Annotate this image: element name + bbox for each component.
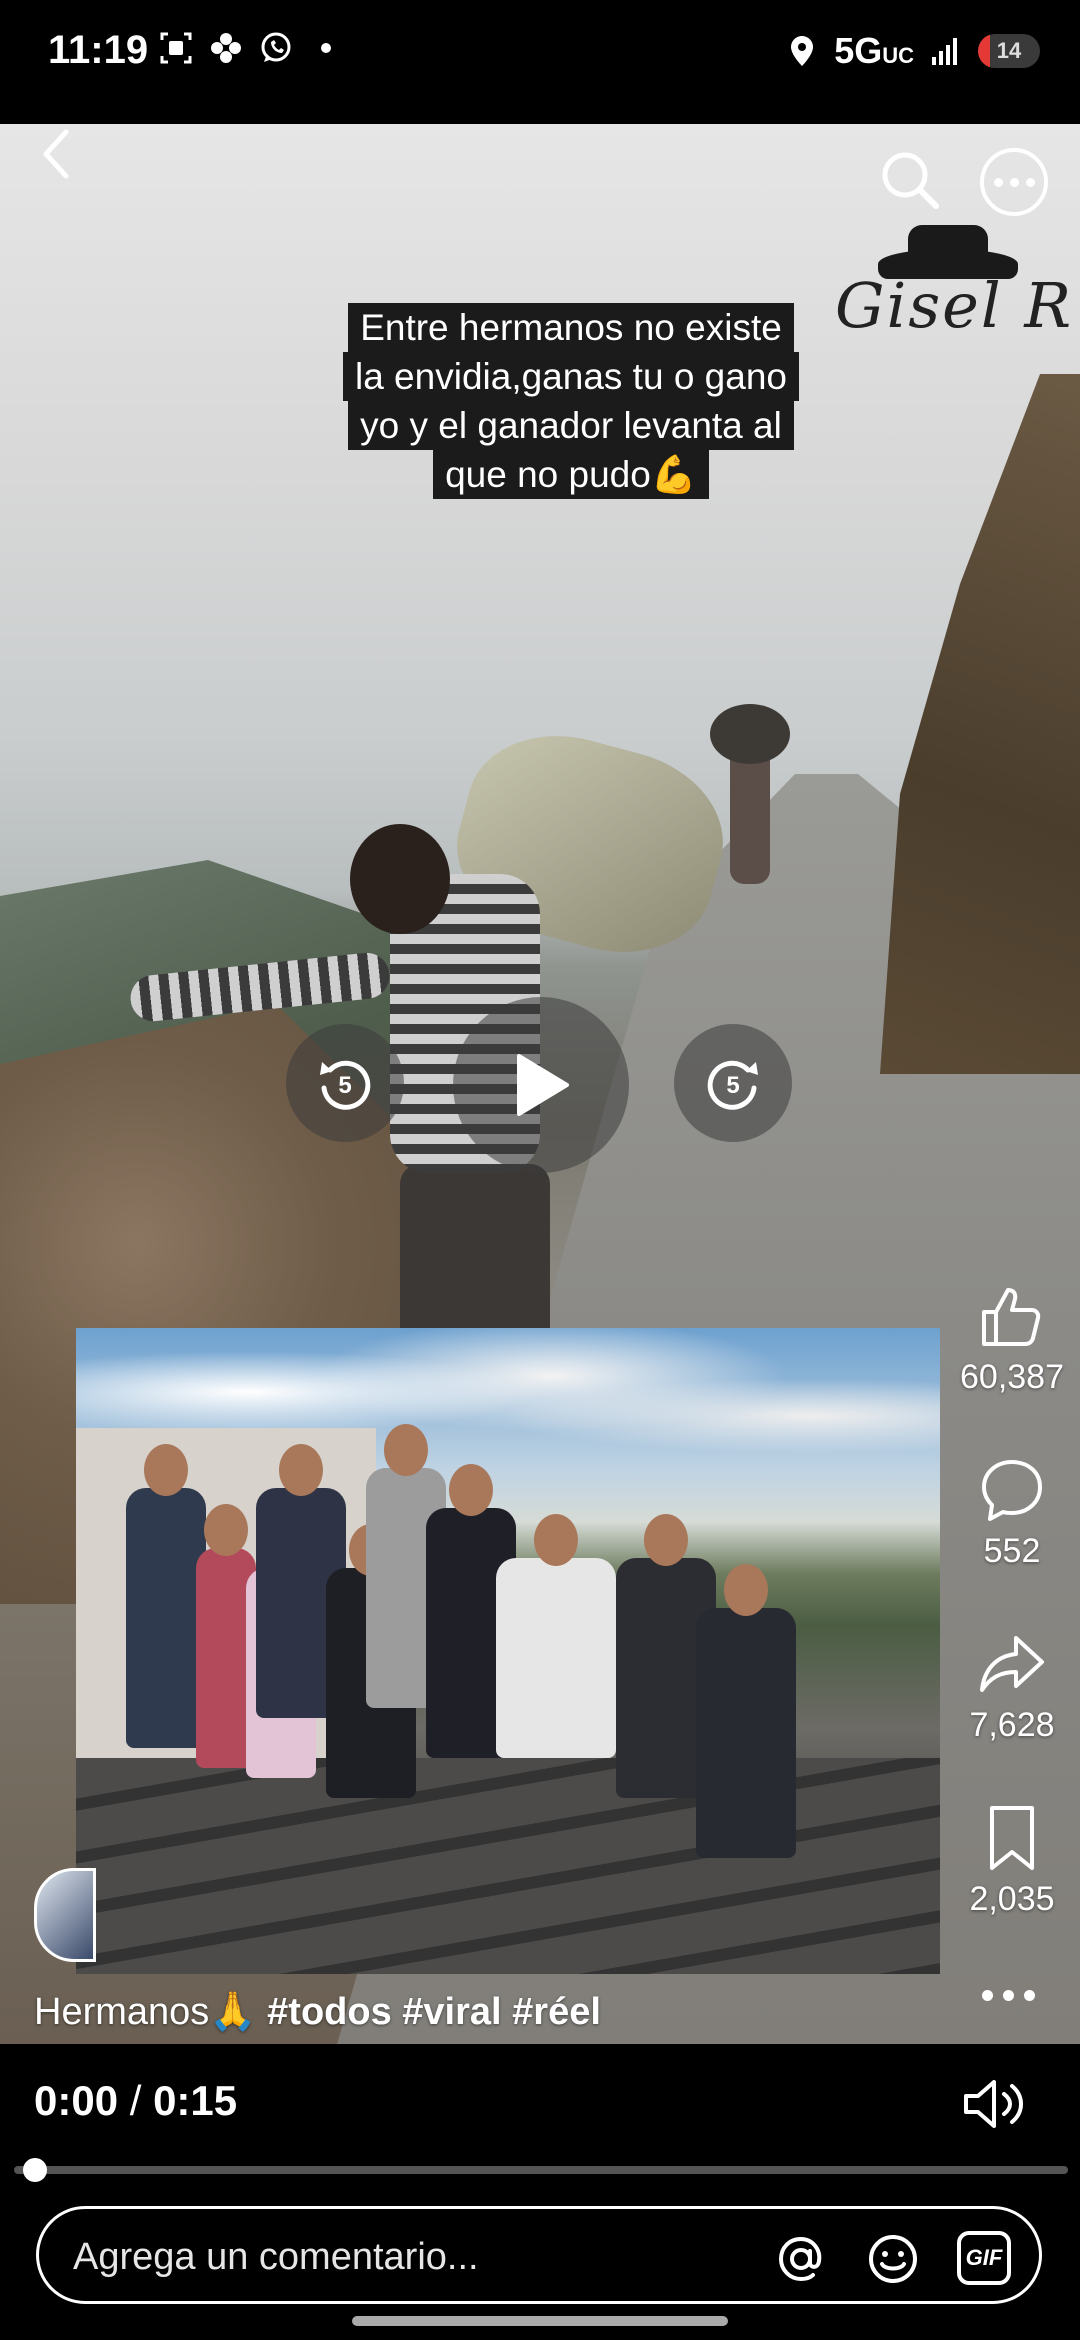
- thumbs-up-icon: [982, 1288, 1041, 1346]
- overlay-line: yo y el ganador levanta al: [348, 401, 794, 450]
- status-time: 11:19: [48, 28, 149, 72]
- home-indicator: [352, 2316, 728, 2326]
- creator-avatar[interactable]: [34, 1868, 96, 1962]
- like-button[interactable]: 60,387: [950, 1280, 1074, 1397]
- forward-icon: 5: [707, 1060, 758, 1110]
- embedded-photo: [76, 1328, 940, 1974]
- duration: 0:15: [153, 2077, 238, 2124]
- system-status: 5GUC 14: [784, 30, 1040, 72]
- rewind-5-button[interactable]: 5: [286, 1024, 404, 1142]
- battery-icon: 14: [978, 34, 1040, 68]
- status-bar: 11:19 5GUC 14: [0, 0, 1080, 124]
- signal-icon: [932, 38, 957, 65]
- rewind-icon: 5: [320, 1060, 371, 1110]
- time-display: 0:00 / 0:15: [34, 2077, 237, 2125]
- notification-icons: [158, 30, 344, 66]
- more-dot: [1025, 177, 1035, 187]
- video-text-overlay: Entre hermanos no existe la envidia,gana…: [322, 303, 820, 499]
- dot-icon: [321, 43, 331, 53]
- emoji-icon[interactable]: [865, 2231, 921, 2287]
- share-button[interactable]: 7,628: [950, 1628, 1074, 1745]
- location-icon: [791, 36, 814, 66]
- save-count: 2,035: [969, 1880, 1055, 1918]
- overlay-line: la envidia,ganas tu o gano: [342, 352, 799, 401]
- reel-caption[interactable]: Hermanos🙏 #todos #viral #réel: [34, 1990, 601, 2034]
- watermark-logo: Gisel R: [830, 219, 1071, 342]
- more-dot: [993, 177, 1003, 187]
- options-dot: [982, 1990, 993, 2001]
- overlay-line: que no pudo💪: [433, 450, 709, 499]
- share-arrow-icon: [980, 1636, 1044, 1692]
- caption-text: Hermanos🙏: [34, 1991, 268, 2033]
- progress-thumb[interactable]: [22, 2158, 47, 2182]
- more-options-button[interactable]: [980, 148, 1048, 216]
- options-dot: [1024, 1990, 1035, 2001]
- save-button[interactable]: 2,035: [950, 1802, 1074, 1919]
- search-button[interactable]: [878, 148, 942, 212]
- network-type: 5G: [834, 30, 883, 71]
- play-icon: [517, 1054, 569, 1116]
- network-label: 5GUC: [834, 30, 914, 72]
- volume-button[interactable]: [962, 2076, 1024, 2132]
- comment-input[interactable]: [73, 2237, 753, 2277]
- video-person-far: [710, 704, 790, 884]
- post-options-button[interactable]: [982, 1990, 1035, 2001]
- share-count: 7,628: [969, 1706, 1055, 1744]
- more-dot: [1009, 177, 1019, 187]
- options-dot: [1003, 1990, 1014, 2001]
- whatsapp-icon: [261, 32, 291, 62]
- time-separator: /: [118, 2077, 154, 2124]
- rewind-seconds: 5: [338, 1072, 351, 1099]
- overlay-line: Entre hermanos no existe: [348, 303, 794, 352]
- hashtags[interactable]: #todos #viral #réel: [267, 1991, 601, 2033]
- comment-bar: GIF: [36, 2206, 1042, 2304]
- battery-level: 14: [996, 38, 1022, 63]
- bookmark-icon: [990, 1806, 1034, 1870]
- watermark-text: Gisel R: [835, 269, 1074, 342]
- screenshot-icon: [160, 32, 192, 64]
- pinwheel-icon: [211, 33, 241, 63]
- mention-icon[interactable]: [773, 2231, 829, 2287]
- forward-seconds: 5: [726, 1072, 739, 1099]
- back-button[interactable]: [34, 124, 78, 184]
- like-count: 60,387: [960, 1358, 1064, 1396]
- comment-count: 552: [983, 1532, 1041, 1570]
- network-suffix: UC: [882, 43, 914, 68]
- current-time: 0:00: [34, 2077, 119, 2124]
- video-cliff: [880, 374, 1080, 1074]
- play-button[interactable]: [453, 997, 629, 1173]
- progress-track[interactable]: [14, 2166, 1068, 2174]
- comment-bubble-icon: [982, 1460, 1042, 1521]
- comment-button[interactable]: 552: [950, 1454, 1074, 1571]
- gif-button[interactable]: GIF: [957, 2231, 1011, 2285]
- forward-5-button[interactable]: 5: [674, 1024, 792, 1142]
